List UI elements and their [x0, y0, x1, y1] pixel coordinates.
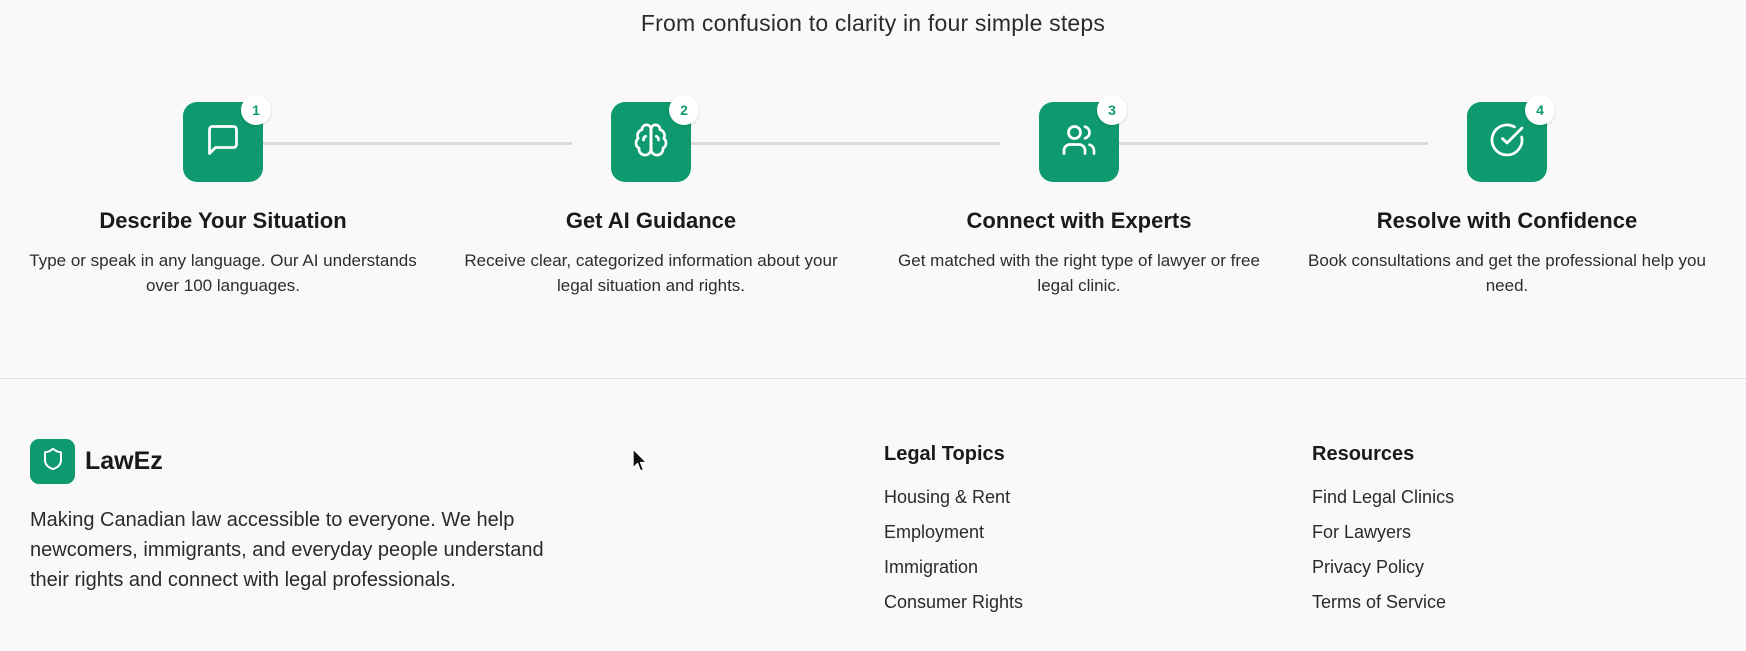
step-title: Describe Your Situation — [99, 208, 347, 233]
step-title: Connect with Experts — [966, 208, 1192, 233]
footer-heading: Resources — [1312, 443, 1415, 465]
step-description: Type or speak in any language. Our AI un… — [29, 251, 417, 295]
users-icon — [1061, 122, 1097, 163]
check-circle-icon — [1489, 122, 1525, 163]
step-icon-box: 2 — [611, 95, 699, 182]
step-description: Book consultations and get the professio… — [1308, 251, 1706, 295]
footer-resources: Resources Find Legal Clinics For Lawyers… — [1312, 443, 1454, 626]
footer-link-immigration[interactable]: Immigration — [884, 556, 1023, 591]
step-number-badge: 2 — [669, 95, 699, 125]
step-description: Receive clear, categorized information a… — [464, 251, 838, 295]
message-square-icon — [205, 122, 241, 163]
footer-link-privacy-policy[interactable]: Privacy Policy — [1312, 556, 1454, 591]
brand-description: Making Canadian law accessible to everyo… — [30, 509, 544, 591]
footer-link-legal-clinics[interactable]: Find Legal Clinics — [1312, 486, 1454, 521]
brain-icon — [633, 122, 669, 163]
step-number-badge: 4 — [1525, 95, 1555, 125]
brand-logo — [30, 439, 75, 484]
brand-name: LawEz — [85, 447, 163, 475]
step-icon-box: 3 — [1039, 95, 1127, 182]
footer-link-housing[interactable]: Housing & Rent — [884, 486, 1023, 521]
footer-link-consumer-rights[interactable]: Consumer Rights — [884, 591, 1023, 626]
steps-row: 1 Describe Your Situation Type or speak … — [0, 95, 1746, 302]
step-number-badge: 1 — [241, 95, 271, 125]
page: From confusion to clarity in four simple… — [0, 0, 1746, 651]
step-icon-box: 4 — [1467, 95, 1555, 182]
step-4: 4 Resolve with Confidence Book consultat… — [1293, 95, 1721, 298]
step-1: 1 Describe Your Situation Type or speak … — [9, 95, 437, 298]
mouse-cursor-icon — [631, 448, 649, 474]
footer-legal-topics: Legal Topics Housing & Rent Employment I… — [884, 443, 1023, 626]
footer-brand[interactable]: LawEz — [30, 439, 163, 484]
footer-link-terms-of-service[interactable]: Terms of Service — [1312, 591, 1454, 626]
step-title: Get AI Guidance — [565, 208, 737, 233]
footer-link-employment[interactable]: Employment — [884, 521, 1023, 556]
step-icon-box: 1 — [183, 95, 271, 182]
footer-heading: Legal Topics — [884, 443, 1005, 465]
step-2: 2 Get AI Guidance Receive clear, categor… — [437, 95, 865, 298]
footer-link-for-lawyers[interactable]: For Lawyers — [1312, 521, 1454, 556]
step-title: Resolve with Confidence — [1376, 208, 1638, 233]
shield-icon — [41, 447, 65, 476]
section-divider — [0, 378, 1746, 379]
section-subtitle: From confusion to clarity in four simple… — [640, 10, 1106, 36]
step-number-badge: 3 — [1097, 95, 1127, 125]
step-description: Get matched with the right type of lawye… — [898, 251, 1260, 295]
step-3: 3 Connect with Experts Get matched with … — [865, 95, 1293, 298]
